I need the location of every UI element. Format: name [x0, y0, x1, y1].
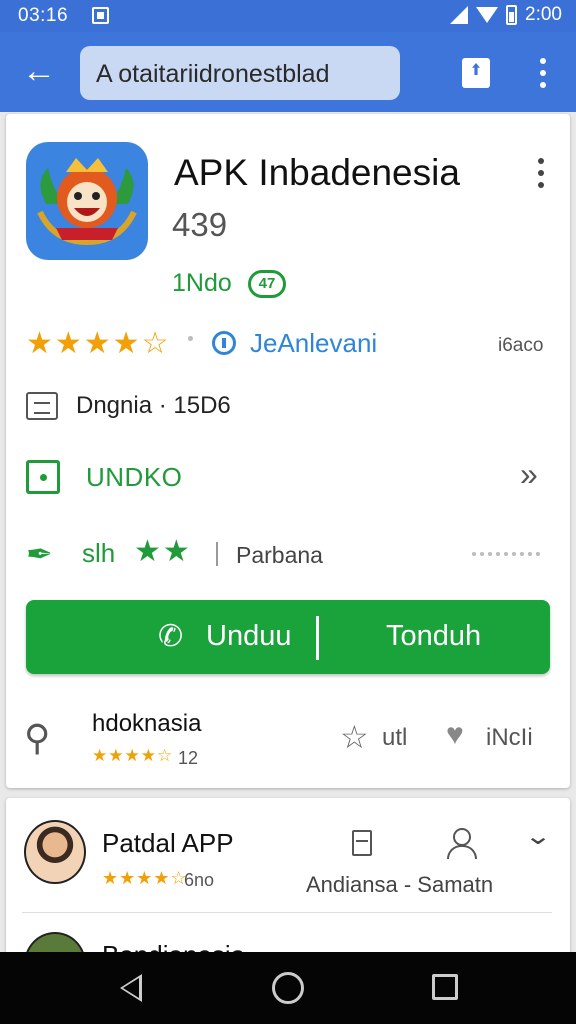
- like-action-label[interactable]: iNcIi: [486, 724, 533, 752]
- notification-icon: [92, 7, 109, 24]
- download-link[interactable]: UNDKO: [86, 462, 182, 493]
- app-bar: ← A otaitariidronestblad: [0, 32, 576, 112]
- wifi-icon: [476, 7, 499, 23]
- status-right: 2:00: [450, 4, 562, 26]
- star-outline-icon[interactable]: ☆: [340, 718, 369, 756]
- share-icon[interactable]: [462, 58, 490, 88]
- nav-recents-icon[interactable]: [432, 974, 458, 1000]
- review-title: hdoknasia: [92, 710, 202, 737]
- list-item-meta: Andiansa - Samatn: [306, 872, 494, 897]
- info-icon: [212, 331, 236, 355]
- list-item-title[interactable]: Patdal APP: [102, 828, 234, 859]
- size-info: Dngnia · 15D6: [76, 392, 231, 419]
- download-button-label: Unduu: [206, 620, 292, 652]
- app-menu-icon[interactable]: [534, 158, 548, 188]
- list-item-count: 6no: [184, 870, 215, 890]
- app-icon: [26, 142, 148, 260]
- battery-icon: [506, 5, 518, 25]
- signal-icon: [450, 6, 469, 24]
- download-icon: [26, 460, 60, 494]
- install-button-label[interactable]: Tonduh: [386, 620, 481, 653]
- list-item-stars: ★★★★☆: [102, 868, 188, 888]
- overflow-menu-icon[interactable]: [536, 58, 550, 88]
- review-stars: ★★★★☆: [92, 746, 174, 765]
- separator-dot: [188, 336, 193, 341]
- app-version: 439: [172, 206, 228, 243]
- document-icon[interactable]: [352, 830, 372, 856]
- phone-icon: ✆: [158, 620, 184, 653]
- review-count: 12: [178, 748, 199, 768]
- chevron-down-icon[interactable]: ⌄: [524, 822, 552, 851]
- app-rating-stars: ★★★★☆: [26, 327, 171, 360]
- rate-stars[interactable]: ★★: [134, 534, 192, 569]
- search-input[interactable]: A otaitariidronestblad: [80, 46, 400, 100]
- storage-icon: [26, 392, 58, 420]
- dotted-divider: [472, 552, 540, 556]
- search-icon[interactable]: ⚲: [24, 716, 68, 760]
- user-icon[interactable]: [446, 828, 477, 859]
- download-count: i6aco: [498, 335, 544, 356]
- nav-back-icon[interactable]: [120, 974, 142, 1002]
- status-time: 03:16: [18, 5, 69, 26]
- app-category-tag[interactable]: 1Ndo: [172, 269, 232, 298]
- download-button[interactable]: ✆ Unduu Tonduh: [26, 600, 550, 674]
- back-arrow-icon[interactable]: ←: [22, 54, 58, 90]
- developer-link[interactable]: JeAnlevani: [250, 328, 377, 359]
- list-divider: [22, 912, 552, 913]
- divider: [216, 542, 218, 566]
- avatar: [24, 820, 86, 884]
- nav-home-icon[interactable]: [272, 972, 304, 1004]
- app-title: APK Inbadenesia: [174, 152, 460, 193]
- favorite-action-label[interactable]: utl: [382, 724, 407, 752]
- chevron-right-icon[interactable]: »: [520, 456, 538, 493]
- status-right-text: 2:00: [525, 4, 562, 25]
- heart-icon[interactable]: ♥: [446, 718, 464, 752]
- button-divider: [316, 616, 319, 660]
- rate-note: Parbana: [236, 542, 323, 568]
- app-detail-card: APK Inbadenesia 439 1Ndo 47 ★★★★☆ JeAnle…: [6, 114, 570, 788]
- rate-icon: ✒: [26, 536, 53, 572]
- rate-label: slh: [82, 538, 116, 568]
- tag-badge: 47: [248, 270, 286, 298]
- navigation-bar: [0, 952, 576, 1024]
- status-bar: 03:16 2:00: [0, 0, 576, 32]
